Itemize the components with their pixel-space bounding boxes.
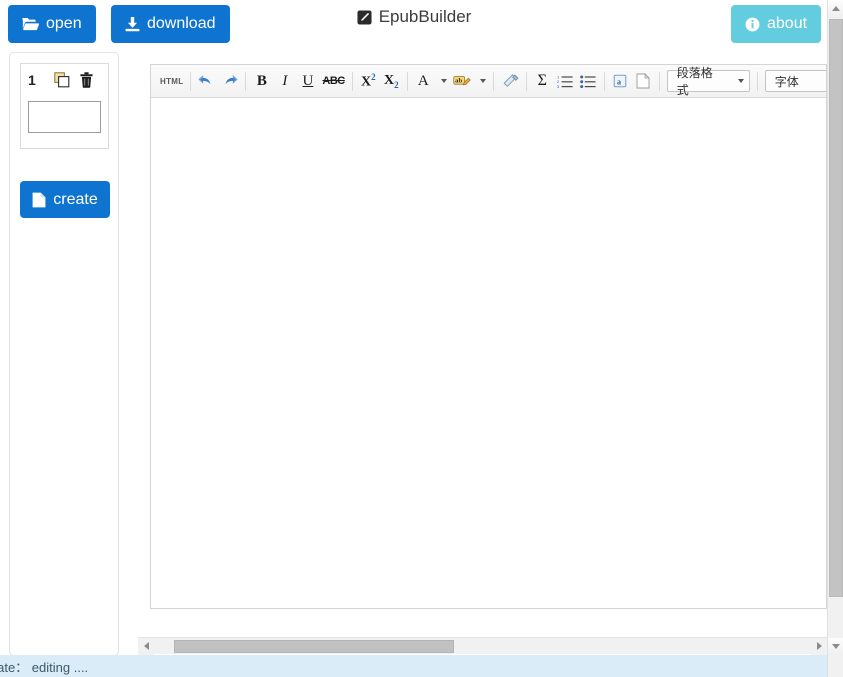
strikethrough-label: ABC: [322, 75, 344, 87]
status-bar: state： editing ....: [0, 655, 827, 677]
undo-button[interactable]: [195, 69, 218, 93]
app-header: open download EpubBuilder: [0, 0, 828, 48]
paragraph-format-value: 段落格式: [677, 65, 721, 98]
download-icon: [125, 17, 140, 32]
page-title-input[interactable]: [28, 101, 101, 133]
page-vertical-scrollbar[interactable]: [827, 0, 843, 677]
anchor-button[interactable]: a: [609, 69, 632, 93]
horizontal-scroll-track[interactable]: [154, 638, 811, 655]
scroll-up-button[interactable]: [828, 0, 843, 17]
triangle-right-icon: [817, 642, 822, 650]
about-button-label: about: [767, 16, 807, 32]
underline-button[interactable]: U: [296, 69, 319, 93]
vertical-scroll-thumb[interactable]: [829, 19, 843, 597]
page-icon: [636, 73, 650, 89]
page-break-button[interactable]: [632, 69, 655, 93]
toolbar-separator: [659, 72, 660, 91]
subscript-button[interactable]: X2: [380, 69, 403, 93]
strikethrough-button[interactable]: ABC: [319, 69, 347, 93]
sigma-icon: Σ: [538, 72, 547, 90]
source-html-button[interactable]: HTML: [157, 69, 186, 93]
font-family-select[interactable]: 字体: [765, 70, 826, 92]
source-html-label: HTML: [160, 77, 183, 86]
create-page-button[interactable]: create: [20, 181, 110, 218]
create-button-label: create: [53, 192, 97, 208]
superscript-label: X2: [361, 72, 376, 91]
toolbar-separator: [190, 72, 191, 91]
marker-pen-icon: ab: [453, 73, 471, 89]
download-button[interactable]: download: [111, 5, 230, 43]
about-button[interactable]: about: [731, 5, 821, 43]
edit-square-icon: [357, 10, 372, 25]
undo-arrow-icon: [198, 73, 215, 90]
bold-label: B: [257, 73, 267, 90]
eraser-icon: [501, 73, 519, 89]
toolbar-separator: [493, 72, 494, 91]
page-list-item[interactable]: 1: [20, 63, 109, 149]
toolbar-separator: [604, 72, 605, 91]
copy-icon[interactable]: [54, 72, 70, 88]
bold-button[interactable]: B: [250, 69, 273, 93]
rich-text-editor: HTML: [150, 64, 827, 609]
toolbar-separator: [245, 72, 246, 91]
editor-toolbar: HTML: [151, 65, 826, 98]
numbered-list-icon: 1 2 3: [557, 74, 573, 88]
triangle-down-icon: [832, 644, 840, 649]
toolbar-separator: [352, 72, 353, 91]
page-item-header: 1: [21, 64, 108, 96]
redo-button[interactable]: [218, 69, 241, 93]
italic-button[interactable]: I: [273, 69, 296, 93]
bulleted-list-icon: [580, 74, 596, 88]
horizontal-scroll-thumb[interactable]: [174, 640, 454, 653]
numbered-list-button[interactable]: 1 2 3: [554, 69, 577, 93]
open-button[interactable]: open: [8, 5, 96, 43]
editor-horizontal-scrollbar[interactable]: [138, 637, 827, 654]
chevron-down-icon: [441, 79, 447, 83]
editor-content-area[interactable]: [151, 98, 826, 608]
underline-label: U: [303, 73, 314, 90]
chevron-down-icon: [738, 79, 744, 83]
chevron-down-icon: [480, 79, 486, 83]
superscript-button[interactable]: X2: [357, 69, 380, 93]
text-color-button[interactable]: A: [412, 69, 435, 93]
pages-sidebar: 1: [9, 52, 119, 656]
app-root: open download EpubBuilder: [0, 0, 843, 677]
svg-text:3: 3: [557, 84, 560, 88]
trash-icon[interactable]: [80, 72, 93, 88]
italic-label: I: [282, 73, 287, 90]
toolbar-separator: [526, 72, 527, 91]
anchor-icon: a: [612, 73, 628, 89]
paragraph-format-select[interactable]: 段落格式: [667, 70, 750, 92]
redo-arrow-icon: [221, 73, 238, 90]
toolbar-separator: [757, 72, 758, 91]
remove-format-button[interactable]: [498, 69, 522, 93]
folder-open-icon: [22, 17, 39, 31]
file-icon: [32, 192, 46, 208]
special-character-button[interactable]: Σ: [531, 69, 554, 93]
triangle-up-icon: [832, 6, 840, 11]
subscript-label: X2: [384, 73, 399, 90]
svg-text:ab: ab: [455, 78, 462, 85]
svg-text:a: a: [617, 77, 621, 86]
text-color-label: A: [418, 73, 429, 90]
highlight-color-dropdown[interactable]: [474, 69, 489, 93]
scroll-down-button[interactable]: [828, 638, 843, 655]
info-circle-icon: [745, 17, 760, 32]
highlight-color-button[interactable]: ab: [450, 69, 474, 93]
text-color-dropdown[interactable]: [435, 69, 450, 93]
triangle-left-icon: [144, 642, 149, 650]
toolbar-separator: [407, 72, 408, 91]
scroll-left-button[interactable]: [138, 638, 154, 655]
status-text: state： editing ....: [0, 657, 88, 676]
font-family-value: 字体: [775, 73, 799, 90]
app-title-text: EpubBuilder: [379, 7, 472, 27]
open-button-label: open: [46, 16, 82, 32]
download-button-label: download: [147, 16, 216, 32]
bulleted-list-button[interactable]: [577, 69, 600, 93]
scroll-right-button[interactable]: [811, 638, 827, 655]
page-number: 1: [28, 72, 44, 88]
